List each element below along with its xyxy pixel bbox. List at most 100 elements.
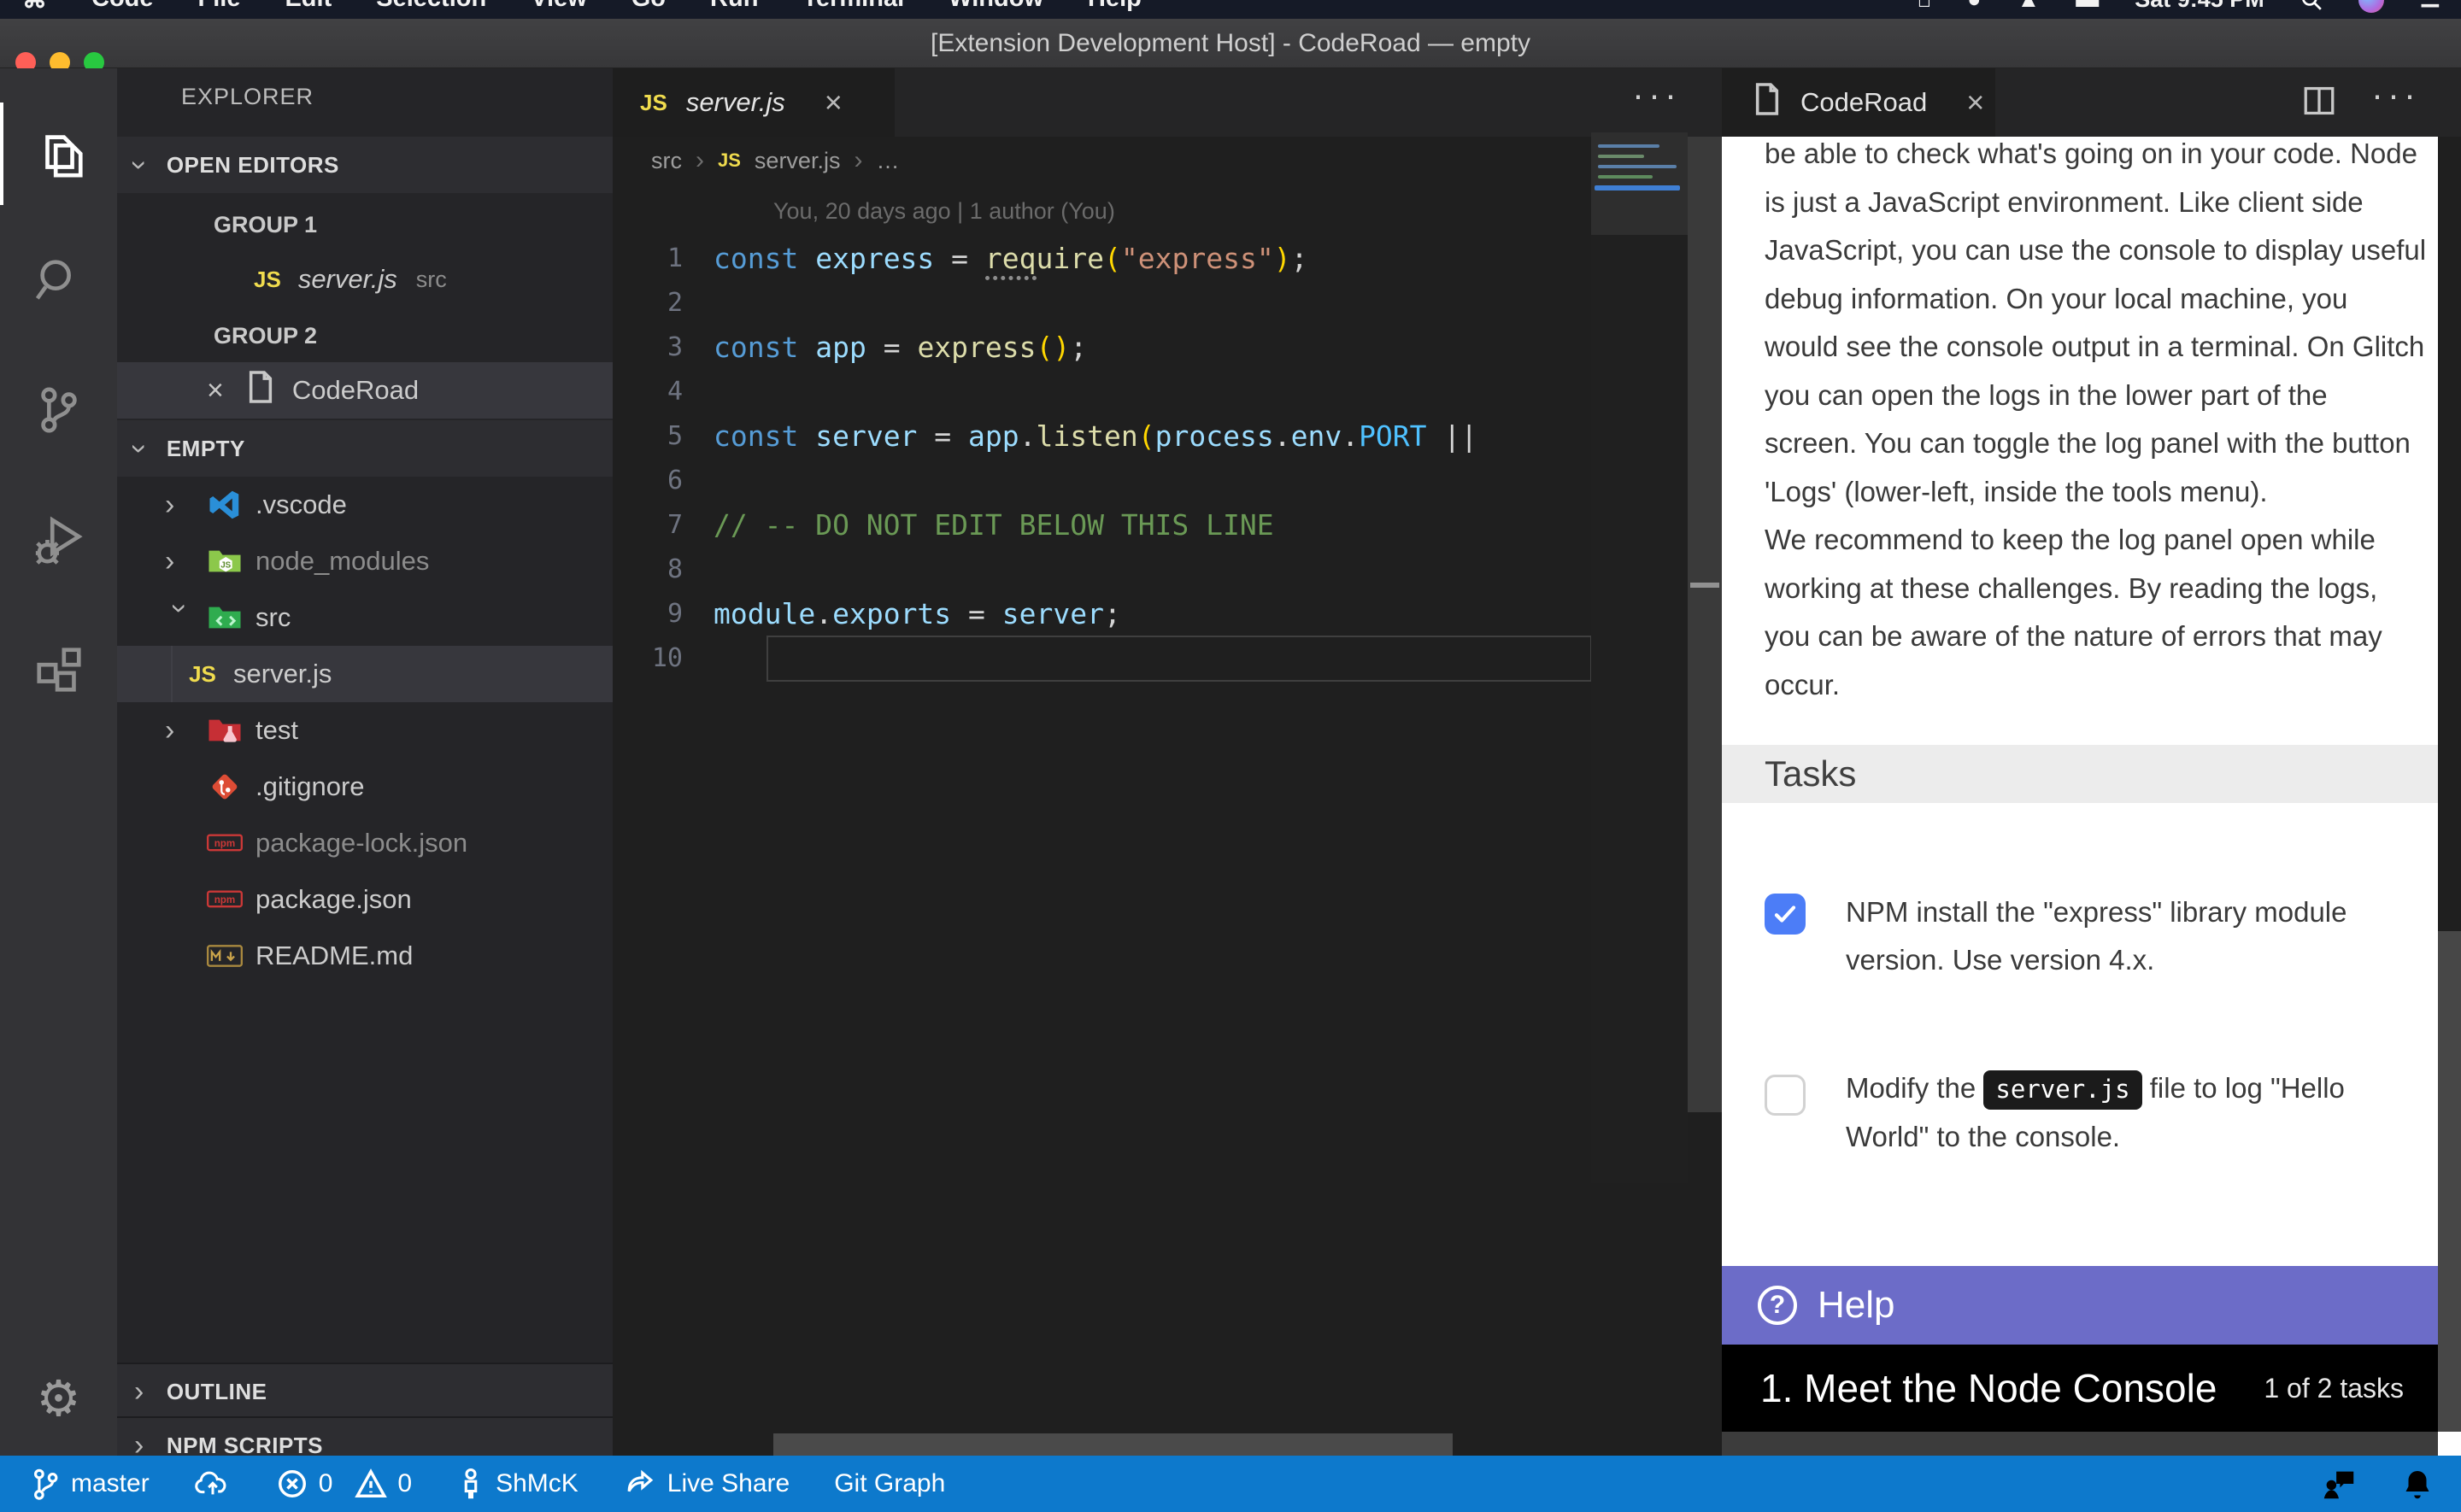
outline-section-header[interactable]: › OUTLINE <box>117 1363 613 1419</box>
minimap-slider[interactable] <box>1591 132 1688 235</box>
task1-checkbox[interactable] <box>1765 894 1806 935</box>
tree-item-package-json[interactable]: npmpackage.json <box>117 871 613 928</box>
search-activity-button[interactable] <box>0 229 117 331</box>
account-status[interactable]: ShMcK <box>456 1467 579 1501</box>
branch-name: master <box>71 1469 150 1498</box>
menu-window[interactable]: Window <box>949 0 1043 15</box>
menu-terminal[interactable]: Terminal <box>802 0 904 15</box>
close-tab-icon[interactable]: × <box>825 85 843 120</box>
bell-icon[interactable] <box>2399 1466 2435 1502</box>
publish-changes-button[interactable] <box>194 1467 232 1501</box>
code-line-7[interactable]: 7// -- DO NOT EDIT BELOW THIS LINE <box>613 502 1591 547</box>
testfolder-icon <box>206 715 244 746</box>
help-icon: ? <box>1758 1286 1797 1325</box>
control-center-icon[interactable]: ☰ <box>2420 0 2440 13</box>
help-section[interactable]: ? Help <box>1722 1266 2438 1345</box>
more-actions-icon[interactable]: ··· <box>1632 95 1681 110</box>
editor-tab-bar: JS server.js × ··· <box>613 68 1722 137</box>
editor-horizontal-scrollbar[interactable] <box>773 1433 1453 1456</box>
tree-item-test[interactable]: ›test <box>117 702 613 759</box>
activity-bar: ⚙ <box>0 68 117 1456</box>
chevron-down-icon: › <box>122 443 156 454</box>
code-line-1[interactable]: 1const express = require("express"); <box>613 236 1591 280</box>
tab-serverjs[interactable]: JS server.js × <box>613 68 895 137</box>
code-editor[interactable]: 1const express = require("express");23co… <box>613 236 1591 680</box>
code-token: uire <box>1037 242 1104 275</box>
menu-selection[interactable]: Selection <box>376 0 486 15</box>
open-editor-coderoad[interactable]: × CodeRoad <box>117 362 613 419</box>
svg-text:npm: npm <box>214 838 236 849</box>
git-graph-button[interactable]: Git Graph <box>834 1469 945 1498</box>
split-editor-icon[interactable] <box>2301 83 2337 123</box>
apple-menu[interactable]: ⌘ <box>22 0 47 15</box>
minimap[interactable] <box>1591 132 1688 1183</box>
explorer-activity-button[interactable] <box>0 103 117 205</box>
feedback-icon[interactable] <box>2319 1466 2358 1502</box>
open-editors-header[interactable]: › OPEN EDITORS <box>117 137 613 193</box>
editor-vertical-scrollbar[interactable] <box>1688 137 1722 1112</box>
menu-go[interactable]: Go <box>631 0 666 15</box>
tree-item-package-lock-json[interactable]: npmpackage-lock.json <box>117 815 613 871</box>
code-line-3[interactable]: 3const app = express(); <box>613 325 1591 369</box>
tree-item-server-js[interactable]: JSserver.js <box>117 646 613 702</box>
run-debug-icon <box>32 513 85 566</box>
code-line-4[interactable]: 4 <box>613 369 1591 413</box>
menu-view[interactable]: View <box>531 0 587 15</box>
scroll-corner <box>2438 1432 2461 1456</box>
scrollbar-thumb[interactable] <box>2438 137 2461 931</box>
play-icon: ▲ <box>2017 0 2040 13</box>
tree-item-node-modules[interactable]: ›JSnode_modules <box>117 533 613 589</box>
task2-checkbox[interactable] <box>1765 1075 1806 1116</box>
tab-label: server.js <box>686 87 785 118</box>
file-icon <box>246 370 275 411</box>
live-share-button[interactable]: Live Share <box>623 1467 790 1501</box>
spotlight-icon[interactable] <box>2300 0 2323 11</box>
code-line-8[interactable]: 8 <box>613 547 1591 591</box>
menu-items[interactable]: ⌘ Code File Edit Selection View Go Run Terminal W… <box>22 0 1142 15</box>
tree-item-label: README.md <box>255 941 413 971</box>
menu-run[interactable]: Run <box>710 0 758 15</box>
code-line-9[interactable]: 9module.exports = server; <box>613 591 1591 636</box>
npm-scripts-section-header[interactable]: › NPM SCRIPTS <box>117 1416 613 1456</box>
menu-code[interactable]: Code <box>91 0 154 15</box>
status-bar: master 0 0 ShMcK Live Share Git Graph <box>0 1456 2461 1512</box>
close-icon[interactable]: × <box>207 374 224 407</box>
gitlens-blame-codelens[interactable]: You, 20 days ago | 1 author (You) <box>773 198 1115 225</box>
menu-help[interactable]: Help <box>1088 0 1142 15</box>
editor-group-1: JS server.js × ··· src › JS server.js › … <box>613 68 1722 1456</box>
tab-coderoad[interactable]: CodeRoad × <box>1722 68 1995 137</box>
menu-file[interactable]: File <box>198 0 241 15</box>
extensions-activity-button[interactable] <box>0 618 117 721</box>
webview-scrollbar[interactable] <box>2438 137 2461 1432</box>
menu-edit[interactable]: Edit <box>285 0 332 15</box>
tree-item-src[interactable]: ›src <box>117 589 613 646</box>
breadcrumb-symbol[interactable]: … <box>876 148 899 174</box>
code-line-10[interactable]: 10 <box>613 636 1591 680</box>
close-tab-icon[interactable]: × <box>1966 85 1984 120</box>
breadcrumb[interactable]: src › JS server.js › … <box>613 137 1722 185</box>
open-editor-serverjs[interactable]: JS server.js src <box>117 251 613 308</box>
source-control-activity-button[interactable] <box>0 359 117 461</box>
run-debug-activity-button[interactable] <box>0 489 117 591</box>
breadcrumb-file[interactable]: server.js <box>755 148 841 174</box>
settings-gear-button[interactable]: ⚙ <box>0 1348 117 1450</box>
check-icon <box>1772 901 1798 927</box>
more-actions-icon[interactable]: ··· <box>2371 95 2420 110</box>
breadcrumb-folder[interactable]: src <box>651 148 682 174</box>
tree-item--gitignore[interactable]: .gitignore <box>117 759 613 815</box>
coderoad-panel: CodeRoad × ··· be able to check what's g… <box>1722 68 2461 1456</box>
code-token <box>798 419 815 453</box>
tree-item--vscode[interactable]: ›.vscode <box>117 477 613 533</box>
code-line-5[interactable]: 5const server = app.listen(process.env.P… <box>613 413 1591 458</box>
code-line-2[interactable]: 2 <box>613 280 1591 325</box>
git-branch-status[interactable]: master <box>30 1467 150 1501</box>
siri-icon[interactable] <box>2358 0 2384 13</box>
lesson-footer[interactable]: 1. Meet the Node Console 1 of 2 tasks <box>1722 1345 2438 1432</box>
git-icon <box>206 770 244 804</box>
scrollbar-handle[interactable] <box>1690 583 1719 588</box>
menu-status-icons[interactable]: ⌂ ● ▲ ▬ Sat 9:45 PM ☰ <box>1918 0 2440 13</box>
code-line-6[interactable]: 6 <box>613 458 1591 502</box>
problems-status[interactable]: 0 0 <box>276 1468 412 1500</box>
tree-item-readme-md[interactable]: README.md <box>117 928 613 984</box>
empty-section-header[interactable]: › EMPTY <box>117 420 613 477</box>
